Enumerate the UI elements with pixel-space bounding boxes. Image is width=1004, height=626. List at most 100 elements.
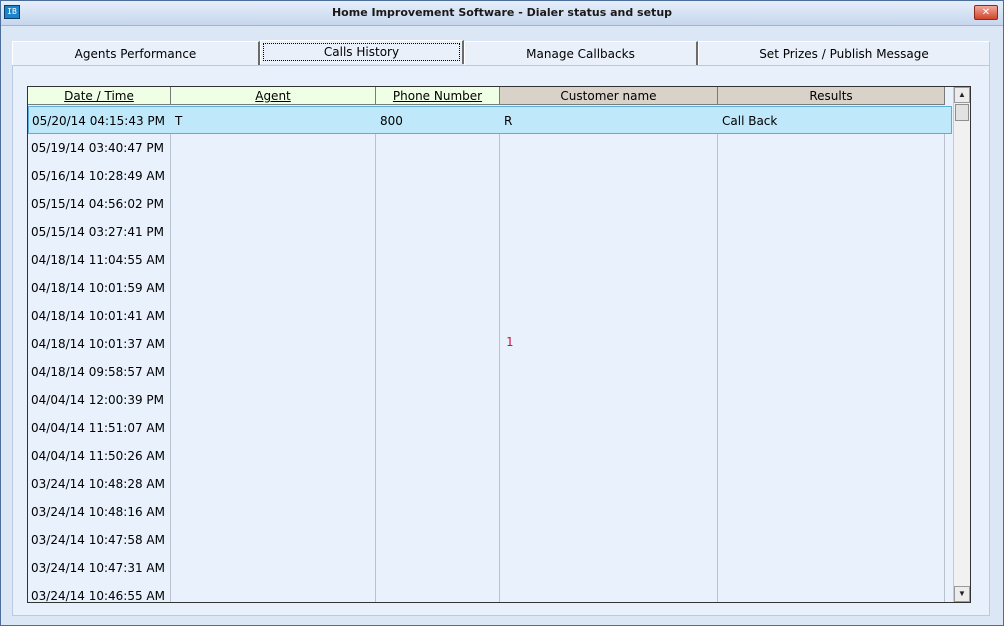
cell-date-time: 04/18/14 10:01:37 AM — [31, 337, 165, 351]
cell-agent — [171, 274, 378, 302]
table-row[interactable]: 04/18/14 10:01:59 AM — [28, 274, 952, 302]
column-header-agent[interactable]: Agent — [171, 87, 376, 105]
client-area: Agents Performance Calls History Manage … — [4, 29, 998, 621]
table-row[interactable]: 04/18/14 10:01:37 AM — [28, 330, 952, 358]
cell-date-time: 03/24/14 10:47:58 AM — [31, 533, 165, 547]
cell-results — [718, 498, 947, 526]
tab-label: Calls History — [262, 43, 461, 61]
cell-date-time: 05/20/14 04:15:43 PM — [32, 114, 166, 128]
cell-date-time: 05/15/14 03:27:41 PM — [31, 225, 165, 239]
cell-date-time: 04/18/14 09:58:57 AM — [31, 365, 165, 379]
cell-customer-name — [500, 470, 720, 498]
cell-customer-name — [500, 134, 720, 162]
cell-agent — [171, 134, 378, 162]
window-title: Home Improvement Software - Dialer statu… — [331, 6, 673, 19]
cell-phone-number — [376, 442, 502, 470]
cell-date-time: 05/15/14 04:56:02 PM — [31, 197, 165, 211]
scroll-up-button[interactable]: ▲ — [954, 87, 970, 103]
table-row[interactable]: 04/04/14 11:51:07 AM — [28, 414, 952, 442]
table-row[interactable]: 04/18/14 09:58:57 AM — [28, 358, 952, 386]
cell-agent — [171, 162, 378, 190]
cell-agent — [171, 246, 378, 274]
column-header-results[interactable]: Results — [718, 87, 945, 105]
cell-agent: T — [175, 114, 183, 128]
scrollbar-thumb[interactable] — [955, 104, 969, 121]
table-row[interactable]: 03/24/14 10:47:31 AM — [28, 554, 952, 582]
table-row[interactable]: 04/04/14 11:50:26 AM — [28, 442, 952, 470]
cell-agent — [171, 414, 378, 442]
table-row[interactable]: 03/24/14 10:46:55 AM — [28, 582, 952, 603]
cell-phone-number — [376, 554, 502, 582]
cell-phone-number — [376, 386, 502, 414]
cell-results — [718, 190, 947, 218]
cell-date-time: 04/18/14 10:01:59 AM — [31, 281, 165, 295]
table-row[interactable]: 05/15/14 03:27:41 PM — [28, 218, 952, 246]
table-row[interactable]: 04/18/14 11:04:55 AM — [28, 246, 952, 274]
title-bar[interactable]: IB Home Improvement Software - Dialer st… — [1, 1, 1003, 26]
tab-manage-callbacks[interactable]: Manage Callbacks — [464, 41, 698, 65]
table-row[interactable]: 03/24/14 10:47:58 AM — [28, 526, 952, 554]
cell-results — [718, 330, 947, 358]
table-row[interactable]: 03/24/14 10:48:16 AM — [28, 498, 952, 526]
cell-date-time: 04/04/14 12:00:39 PM — [31, 393, 165, 407]
dialer-window: IB Home Improvement Software - Dialer st… — [0, 0, 1004, 626]
cell-phone-number — [376, 246, 502, 274]
cell-agent — [171, 358, 378, 386]
cell-date-time: 03/24/14 10:47:31 AM — [31, 561, 165, 575]
cell-phone-number — [376, 470, 502, 498]
cell-results — [718, 442, 947, 470]
tab-set-prizes[interactable]: Set Prizes / Publish Message — [698, 41, 990, 65]
cell-agent — [171, 218, 378, 246]
cell-phone-number — [376, 414, 502, 442]
cell-agent — [171, 554, 378, 582]
cell-phone-number — [376, 162, 502, 190]
cell-phone-number — [376, 358, 502, 386]
cell-customer-name — [500, 218, 720, 246]
table-row[interactable]: 04/04/14 12:00:39 PM — [28, 386, 952, 414]
column-header-customer-name[interactable]: Customer name — [500, 87, 718, 105]
cell-agent — [171, 190, 378, 218]
tab-label: Set Prizes / Publish Message — [759, 47, 929, 61]
tab-calls-history[interactable]: Calls History — [260, 40, 464, 64]
table-row[interactable]: 05/20/14 04:15:43 PM T 800 R Call Back — [28, 106, 952, 134]
cell-agent — [171, 442, 378, 470]
cell-customer-name — [500, 358, 720, 386]
calls-history-grid[interactable]: Date / Time Agent Phone Number Customer … — [27, 86, 971, 603]
cell-date-time: 04/04/14 11:50:26 AM — [31, 449, 165, 463]
cell-customer-name — [500, 246, 720, 274]
cell-date-time: 05/19/14 03:40:47 PM — [31, 141, 165, 155]
cell-customer-name — [500, 526, 720, 554]
cell-results — [718, 414, 947, 442]
cell-agent — [171, 498, 378, 526]
cell-customer-name — [500, 162, 720, 190]
cell-customer-name — [500, 190, 720, 218]
cell-phone-number — [376, 218, 502, 246]
table-row[interactable]: 05/15/14 04:56:02 PM — [28, 190, 952, 218]
column-header-phone-number[interactable]: Phone Number — [376, 87, 500, 105]
cell-results — [718, 554, 947, 582]
cell-phone-number — [376, 302, 502, 330]
table-row[interactable]: 05/19/14 03:40:47 PM — [28, 134, 952, 162]
tab-agents-performance[interactable]: Agents Performance — [12, 41, 260, 65]
vertical-scrollbar[interactable]: ▲ ▼ — [953, 87, 970, 602]
cell-phone-number — [376, 582, 502, 602]
cell-phone-number — [376, 330, 502, 358]
table-row[interactable]: 05/16/14 10:28:49 AM — [28, 162, 952, 190]
cell-results — [718, 134, 947, 162]
grid-header: Date / Time Agent Phone Number Customer … — [28, 87, 945, 106]
cell-agent — [171, 302, 378, 330]
close-button[interactable]: ✕ — [974, 5, 998, 20]
table-row[interactable]: 03/24/14 10:48:28 AM — [28, 470, 952, 498]
cell-customer-name — [500, 554, 720, 582]
cell-date-time: 04/18/14 10:01:41 AM — [31, 309, 165, 323]
cell-customer-name — [500, 498, 720, 526]
table-row[interactable]: 04/18/14 10:01:41 AM — [28, 302, 952, 330]
tab-label: Manage Callbacks — [526, 47, 635, 61]
scroll-down-button[interactable]: ▼ — [954, 586, 970, 602]
cell-phone-number: 800 — [380, 114, 403, 128]
column-header-date-time[interactable]: Date / Time — [28, 87, 171, 105]
cell-results — [718, 246, 947, 274]
cell-date-time: 03/24/14 10:46:55 AM — [31, 589, 165, 603]
calls-history-panel: Date / Time Agent Phone Number Customer … — [12, 65, 990, 616]
cell-customer-name — [500, 414, 720, 442]
